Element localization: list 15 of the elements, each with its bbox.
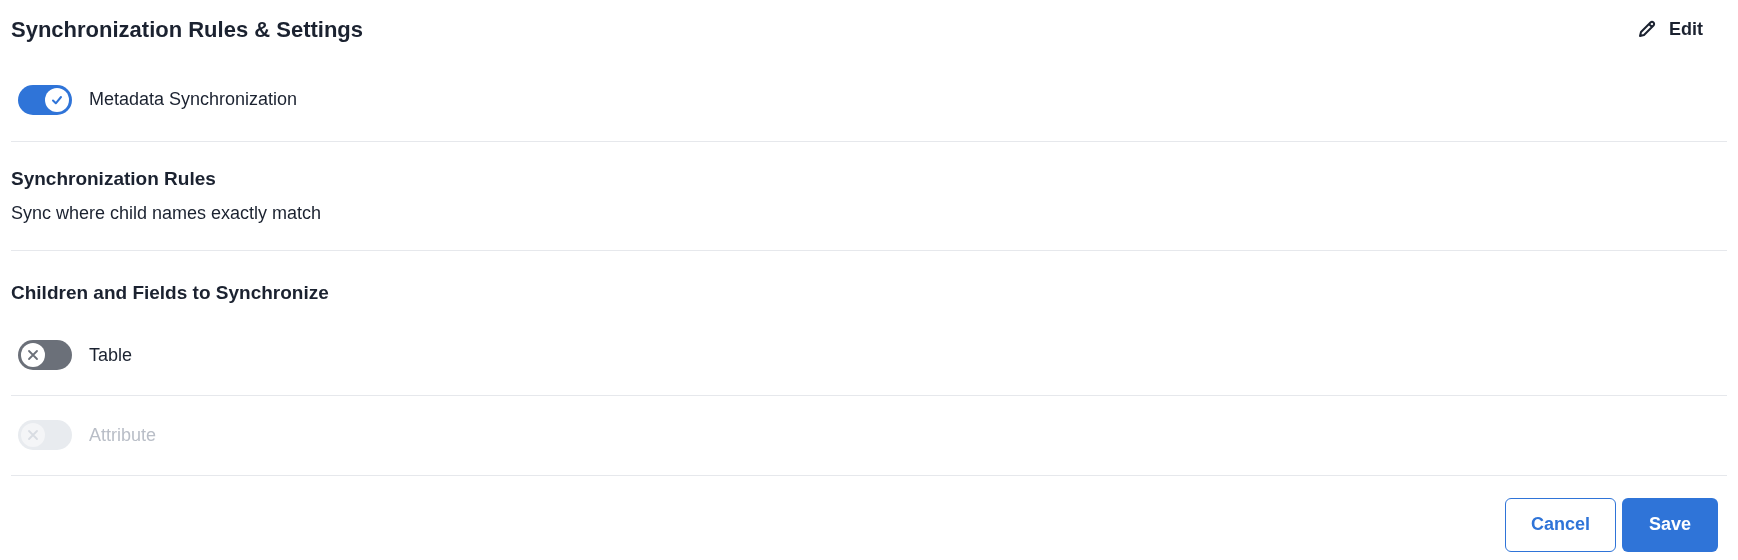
toggle-switch[interactable] bbox=[18, 84, 72, 115]
children-heading: Children and Fields to Synchronize bbox=[11, 281, 330, 305]
section-title: Synchronization Rules & Settings bbox=[11, 15, 364, 44]
rules-description: Sync where child names exactly match bbox=[11, 201, 323, 225]
pencil-icon bbox=[1637, 19, 1657, 39]
toggle-label: Metadata Synchronization bbox=[89, 88, 298, 111]
rules-heading: Synchronization Rules bbox=[11, 167, 217, 192]
cancel-button[interactable]: Cancel bbox=[1505, 497, 1616, 552]
toggle-switch[interactable] bbox=[18, 340, 72, 370]
save-button[interactable]: Save bbox=[1622, 497, 1718, 552]
x-icon bbox=[27, 349, 39, 361]
edit-button[interactable]: Edit bbox=[1633, 15, 1707, 43]
x-icon bbox=[27, 429, 39, 441]
toggle-label: Table bbox=[89, 343, 133, 367]
toggle-label: Attribute bbox=[89, 423, 157, 447]
